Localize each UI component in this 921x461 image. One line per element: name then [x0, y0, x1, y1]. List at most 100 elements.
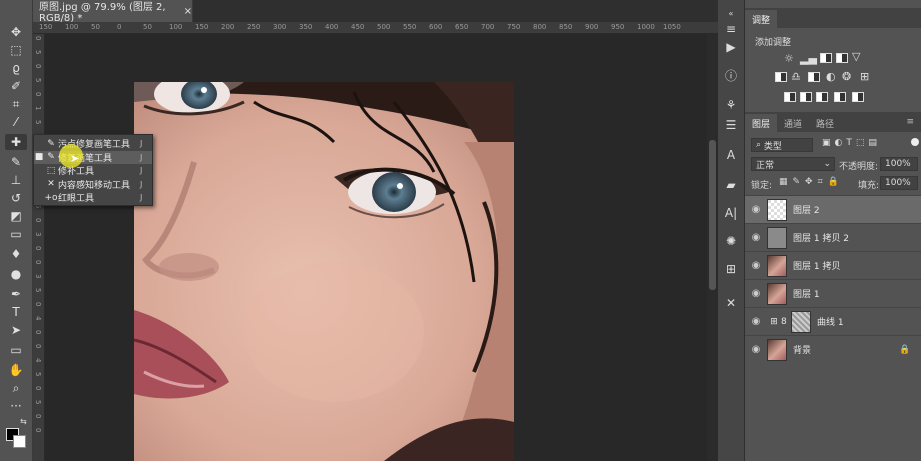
black-white-icon[interactable] — [808, 72, 820, 82]
hue-saturation-icon[interactable] — [775, 72, 787, 82]
layer-row[interactable]: ◉ 图层 1 拷贝 2 — [745, 223, 921, 251]
crop-tool-icon[interactable]: ⌗ — [5, 96, 27, 112]
flyout-item-label: 红眼工具 — [58, 194, 95, 204]
ruler-tick-label: 600 — [429, 23, 443, 31]
visibility-eye-icon[interactable]: ◉ — [745, 260, 767, 271]
scrollbar-thumb[interactable] — [709, 140, 716, 290]
tool-presets-icon[interactable]: ⊞ — [722, 260, 740, 278]
tools-cross-icon[interactable]: ✕ — [722, 294, 740, 312]
flyout-item[interactable]: ✎ 污点修复画笔工具 J — [34, 137, 152, 151]
visibility-eye-icon[interactable]: ◉ — [745, 204, 767, 215]
brush-settings-icon[interactable]: ☰ — [722, 116, 740, 134]
zoom-tool-icon[interactable]: ⌕ — [5, 380, 27, 396]
portrait-photo[interactable] — [134, 82, 514, 461]
filter-search-icon: ⌕ — [756, 140, 764, 150]
brush-tool-icon[interactable]: ✎ — [5, 154, 27, 170]
blend-mode-select[interactable]: 正常 ⌄ — [751, 157, 835, 171]
rectangle-tool-icon[interactable]: ▭ — [5, 342, 27, 358]
flyout-item[interactable]: ■ ✎ 修复画笔工具 J — [34, 150, 152, 164]
eyedropper-tool-icon[interactable]: ⁄ — [5, 114, 27, 130]
layer-row[interactable]: ◉ 图层 1 拷贝 — [745, 251, 921, 279]
visibility-eye-icon[interactable]: ◉ — [745, 288, 767, 299]
brightness-adjust-icon[interactable]: ☼ — [784, 52, 794, 65]
clone-stamp-tool-icon[interactable]: ⊥ — [5, 172, 27, 188]
ruler-tick-label: 250 — [247, 23, 261, 31]
selective-color-icon[interactable] — [834, 92, 846, 102]
lasso-tool-icon[interactable]: ϱ — [5, 60, 27, 76]
panel-menu-icon[interactable]: ≡ — [899, 114, 921, 132]
layer-filter-icons[interactable]: ▣◐T⬚▤ — [822, 138, 881, 148]
curves-adjust-icon[interactable] — [820, 53, 832, 63]
ruler-tick-label: 700 — [481, 23, 495, 31]
tab-layers[interactable]: 图层 — [745, 114, 778, 132]
marquee-tool-icon[interactable]: ⬚ — [5, 42, 27, 58]
gradient-tool-icon[interactable]: ▭ — [5, 226, 27, 242]
color-balance-icon[interactable]: ♎ — [791, 70, 801, 83]
info-icon[interactable]: ⓘ — [722, 66, 740, 84]
background-color-swatch[interactable] — [13, 435, 26, 448]
layer-name: 图层 1 — [793, 290, 820, 300]
ruler-tick-label: 50 — [91, 23, 100, 31]
dodge-tool-icon[interactable]: ● — [5, 266, 27, 282]
play-icon[interactable]: ▶ — [722, 38, 740, 56]
eraser-tool-icon[interactable]: ◩ — [5, 208, 27, 224]
document-tab[interactable]: 原图.jpg @ 79.9% (图层 2, RGB/8) * × — [33, 0, 193, 24]
blur-tool-icon[interactable]: ♦ — [5, 246, 27, 262]
patch-icon: ⬚ — [46, 165, 56, 176]
photo-filter-icon[interactable]: ◐ — [826, 70, 836, 83]
layer-row[interactable]: ◉ 图层 1 — [745, 279, 921, 307]
flyout-item[interactable]: +o 红眼工具 J — [34, 191, 152, 205]
pen-tool-icon[interactable]: ✒ — [5, 286, 27, 302]
swap-colors-icon[interactable]: ⇆ — [20, 417, 27, 426]
flyout-item[interactable]: ✕ 内容感知移动工具 J — [34, 178, 152, 191]
clone-source-icon[interactable]: ✺ — [722, 232, 740, 250]
invert-icon[interactable] — [784, 92, 796, 102]
visibility-eye-icon[interactable]: ◉ — [745, 316, 767, 327]
opacity-field[interactable]: 100% — [880, 157, 918, 171]
layer-row[interactable]: ◉ ⊞ 8 曲线 1 — [745, 307, 921, 335]
close-tab-icon[interactable]: × — [184, 6, 192, 17]
tab-paths[interactable]: 路径 — [809, 114, 841, 132]
healing-brush-icon: ✎ — [47, 152, 55, 162]
exposure-adjust-icon[interactable] — [836, 53, 848, 63]
character-icon[interactable]: A — [722, 146, 740, 164]
ruler-tick-label: 0 — [117, 23, 122, 31]
ruler-tick-label: 550 — [403, 23, 417, 31]
layer-row[interactable]: ◉ 背景 🔒 — [745, 335, 921, 363]
folder-icon[interactable]: ▰ — [722, 176, 740, 194]
visibility-eye-icon[interactable]: ◉ — [745, 232, 767, 243]
paragraph-icon[interactable]: A| — [722, 204, 740, 222]
color-lookup-icon[interactable]: ⊞ — [860, 70, 869, 83]
channel-mixer-icon[interactable]: ❂ — [842, 70, 851, 83]
menu-lines-icon[interactable]: ≡ — [722, 20, 740, 38]
type-tool-icon[interactable]: T — [5, 304, 27, 320]
flyout-item[interactable]: ⬚ 修补工具 J — [34, 164, 152, 178]
ruler-tick-label: 900 — [585, 23, 599, 31]
layer-filter-select[interactable]: ⌕ 类型 — [751, 138, 813, 152]
path-select-tool-icon[interactable]: ➤ — [5, 322, 27, 338]
layer-thumbnail — [767, 282, 787, 305]
threshold-icon[interactable] — [816, 92, 828, 102]
filter-toggle-icon[interactable] — [911, 138, 919, 146]
layer-thumbnail — [767, 226, 787, 249]
brush-presets-icon[interactable]: ⚘ — [722, 96, 740, 114]
history-brush-tool-icon[interactable]: ↺ — [5, 190, 27, 206]
selected-marker: ■ — [34, 152, 44, 162]
move-tool-icon[interactable]: ✥ — [5, 24, 27, 40]
more-tools-icon[interactable]: ··· — [5, 398, 27, 414]
posterize-icon[interactable] — [800, 92, 812, 102]
levels-adjust-icon[interactable]: ▂▄ — [800, 52, 817, 65]
fill-field[interactable]: 100% — [880, 176, 918, 190]
layer-row[interactable]: ◉ 图层 2 — [745, 195, 921, 223]
layer-thumbnail — [767, 254, 787, 277]
tab-adjustments[interactable]: 调整 — [745, 10, 778, 28]
quick-select-tool-icon[interactable]: ✐ — [5, 78, 27, 94]
lock-options-icons[interactable]: ▦✎✥⌗🔒 — [779, 177, 844, 187]
visibility-eye-icon[interactable]: ◉ — [745, 344, 767, 355]
gradient-map-icon[interactable] — [852, 92, 864, 102]
vibrance-adjust-icon[interactable]: ▽ — [852, 50, 860, 63]
healing-brush-tool-icon[interactable]: ✚ — [5, 134, 27, 150]
tab-channels[interactable]: 通道 — [777, 114, 809, 132]
hand-tool-icon[interactable]: ✋ — [5, 362, 27, 378]
ruler-tick-label: 1 — [34, 106, 42, 111]
